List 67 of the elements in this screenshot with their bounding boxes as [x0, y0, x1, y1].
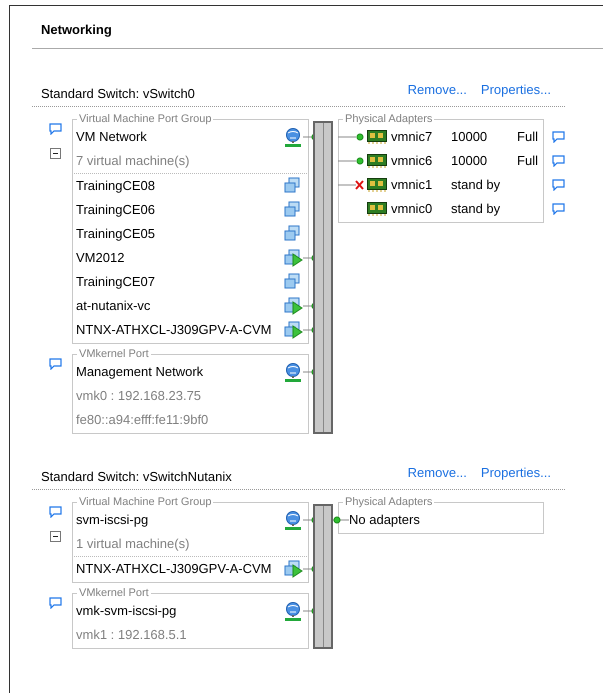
- running-vm-icon: [283, 249, 303, 267]
- vm-name: VM2012: [76, 249, 126, 268]
- switch-link[interactable]: Properties...: [480, 462, 551, 482]
- adapter-name: vmnic0: [391, 200, 434, 218]
- collapse-icon[interactable]: [50, 148, 60, 158]
- no-adapters-text: No adapters: [349, 511, 420, 530]
- connection-dot: [333, 516, 349, 524]
- switch-link[interactable]: Remove...: [408, 462, 467, 482]
- running-vm-icon: [283, 297, 303, 315]
- vm-name: NTNX-ATHXCL-J309GPV-A-CVM: [76, 321, 273, 340]
- section-title: Networking: [41, 22, 112, 37]
- group-heading: Physical Adapters: [344, 496, 434, 508]
- adapter-name: vmnic6: [391, 152, 434, 170]
- vm-count: 7 virtual machine(s): [76, 152, 190, 170]
- network-globe-icon: [283, 127, 303, 147]
- running-vm-icon: [283, 560, 303, 578]
- connection-dot: [338, 156, 364, 166]
- network-card-icon: [367, 154, 387, 168]
- port-address: fe80::a94:efff:fe11:9bf0: [76, 411, 208, 430]
- vm-name: TrainingCE06: [76, 201, 156, 220]
- comment-icon[interactable]: [552, 179, 565, 191]
- port-address: vmk1 : 192.168.5.1: [76, 626, 187, 644]
- adapter-speed: 10000: [451, 128, 488, 146]
- adapter-duplex: Full: [517, 152, 538, 170]
- comment-icon[interactable]: [48, 358, 62, 370]
- network-globe-icon: [283, 510, 303, 530]
- network-globe-icon: [283, 601, 303, 621]
- group-heading: Virtual Machine Port Group: [78, 113, 212, 125]
- vm-name: TrainingCE05: [76, 225, 156, 244]
- vm-count: 1 virtual machine(s): [76, 535, 190, 554]
- port-address: vmk0 : 192.168.23.75: [76, 387, 202, 406]
- switch-link[interactable]: Remove...: [408, 80, 467, 99]
- group-heading: VMkernel Port: [78, 348, 150, 360]
- vm-name: TrainingCE07: [76, 273, 156, 292]
- running-vm-icon: [283, 321, 303, 339]
- adapter-speed: 10000: [451, 152, 488, 170]
- collapse-icon[interactable]: [50, 530, 60, 542]
- network-card-icon: [367, 130, 387, 144]
- comment-icon[interactable]: [552, 155, 565, 167]
- comment-icon[interactable]: [552, 131, 565, 143]
- comment-icon[interactable]: [48, 597, 62, 609]
- adapter-name: vmnic7: [391, 128, 434, 146]
- switch-title: Standard Switch: vSwitchNutanix: [41, 468, 233, 486]
- network-card-icon: [367, 178, 387, 192]
- adapter-name: vmnic1: [391, 176, 434, 194]
- switch-link[interactable]: Properties...: [480, 80, 551, 99]
- port-group-name: VM Network: [76, 128, 148, 146]
- network-globe-icon: [283, 362, 303, 382]
- network-card-icon: [367, 202, 387, 216]
- port-group-name: svm-iscsi-pg: [76, 511, 150, 530]
- vmkernel-port-name: vmk-svm-iscsi-pg: [76, 602, 178, 620]
- vm-name: TrainingCE08: [76, 177, 156, 196]
- comment-icon[interactable]: [48, 506, 62, 518]
- group-heading: VMkernel Port: [78, 587, 150, 599]
- group-heading: Physical Adapters: [344, 113, 434, 125]
- comment-icon[interactable]: [552, 203, 565, 215]
- adapter-duplex: Full: [517, 128, 538, 146]
- vmkernel-port-name: Management Network: [76, 363, 204, 382]
- switch-title: Standard Switch: vSwitch0: [41, 84, 196, 102]
- vm-name: NTNX-ATHXCL-J309GPV-A-CVM: [76, 560, 273, 578]
- connection-dot: [338, 132, 364, 142]
- group-heading: Virtual Machine Port Group: [78, 496, 212, 508]
- adapter-speed: stand by: [451, 200, 500, 218]
- vm-name: at-nutanix-vc: [76, 297, 152, 316]
- adapter-speed: stand by: [451, 176, 500, 194]
- comment-icon[interactable]: [48, 123, 62, 135]
- disconnected-icon: [338, 180, 364, 190]
